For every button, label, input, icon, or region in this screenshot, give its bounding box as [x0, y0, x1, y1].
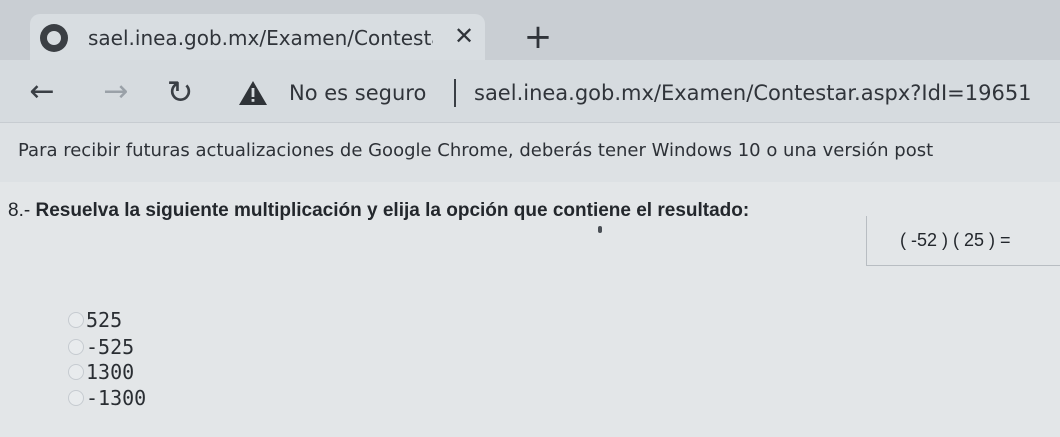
reload-button[interactable]: ↻ — [160, 74, 200, 110]
radio-button[interactable] — [68, 364, 84, 380]
security-indicator[interactable]: No es seguro — [289, 78, 426, 108]
option-label[interactable]: -525 — [86, 333, 134, 361]
radio-button[interactable] — [68, 339, 84, 355]
infobar-message: Para recibir futuras actualizaciones de … — [18, 140, 934, 161]
question-number: 8.- — [8, 200, 31, 221]
new-tab-button[interactable]: + — [521, 20, 555, 54]
answer-option[interactable]: 525 — [60, 306, 260, 334]
option-label[interactable]: 525 — [86, 306, 122, 334]
multiplication-expression: ( -52 ) ( 25 ) = — [900, 230, 1011, 250]
option-label[interactable]: -1300 — [86, 384, 146, 412]
mouse-cursor — [598, 226, 602, 233]
back-button[interactable]: ← — [22, 74, 62, 110]
answer-option[interactable]: -525 — [60, 333, 260, 361]
warning-triangle-icon[interactable] — [238, 80, 268, 106]
question-text: Resuelva la siguiente multiplicación y e… — [35, 200, 750, 221]
answer-option[interactable]: 1300 — [60, 358, 260, 386]
url-separator — [454, 79, 456, 107]
answer-option[interactable]: -1300 — [60, 384, 260, 412]
radio-button[interactable] — [68, 312, 84, 328]
tab-title[interactable]: sael.inea.gob.mx/Examen/Contesta — [88, 26, 433, 50]
radio-button[interactable] — [68, 390, 84, 406]
globe-icon — [40, 24, 68, 52]
option-label[interactable]: 1300 — [86, 358, 134, 386]
forward-button[interactable]: → — [96, 74, 136, 110]
tab-close-icon[interactable]: ✕ — [450, 22, 478, 50]
address-bar[interactable]: sael.inea.gob.mx/Examen/Contestar.aspx?I… — [474, 78, 1060, 108]
